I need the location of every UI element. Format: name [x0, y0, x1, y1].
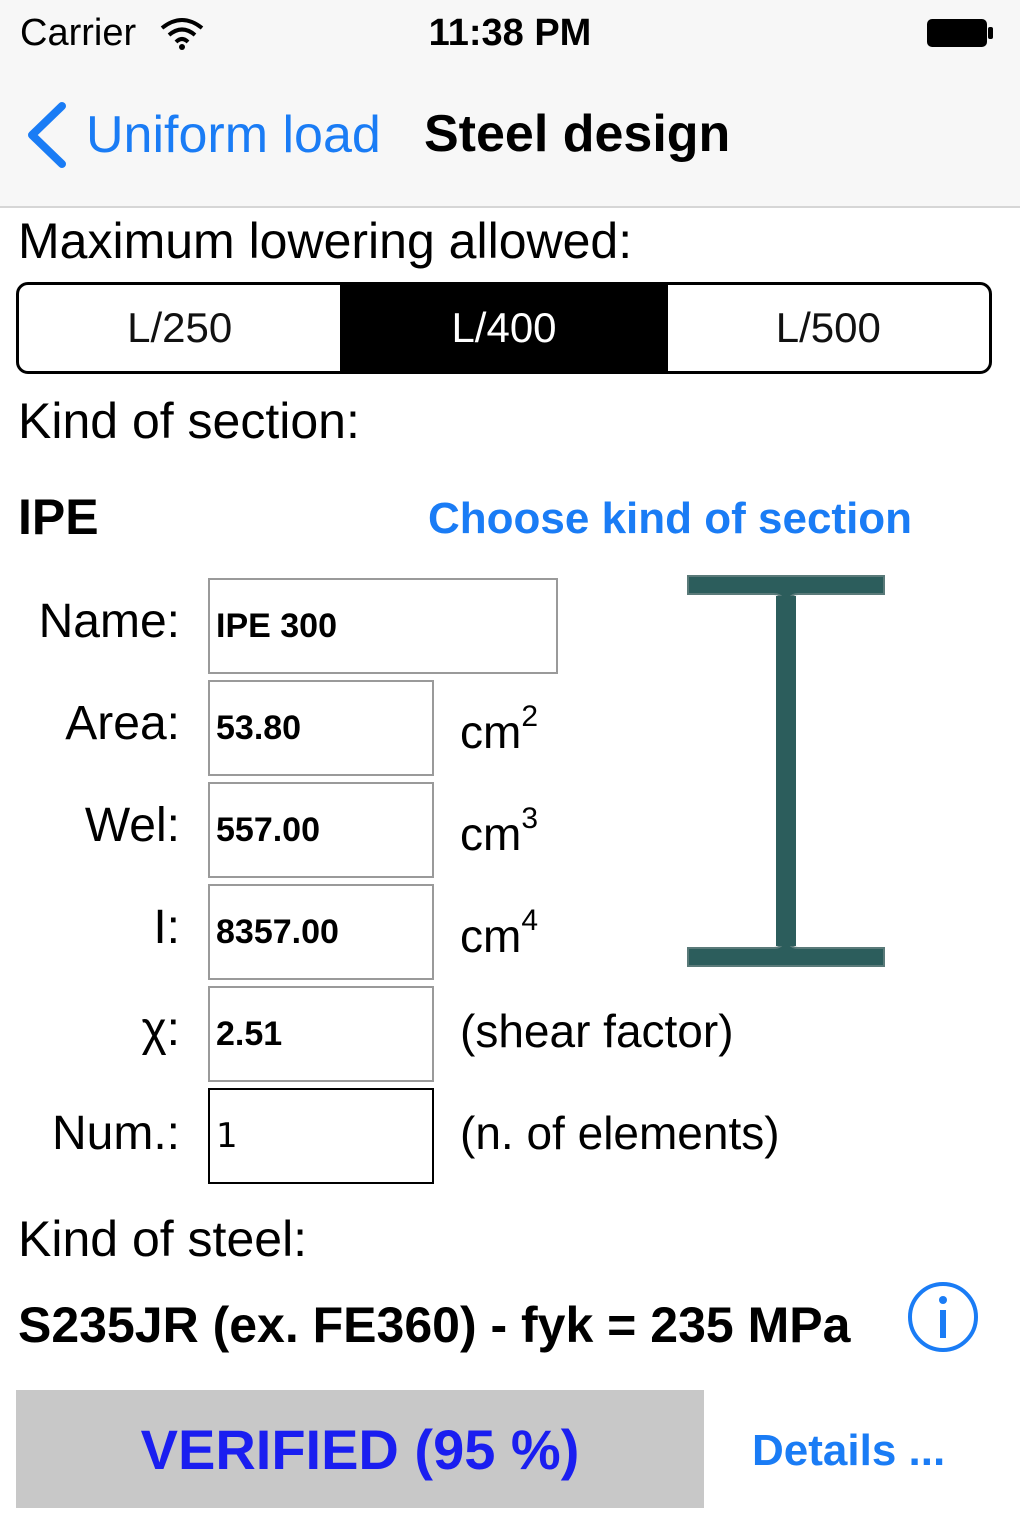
num-note: (n. of elements) [460, 1107, 780, 1159]
inertia-unit: cm4 [460, 904, 539, 962]
verification-status: VERIFIED (95 %) [16, 1390, 704, 1508]
lowering-segmented-control: L/250 L/400 L/500 [16, 282, 992, 374]
section-kind-label: Kind of section: [18, 393, 360, 449]
details-link[interactable]: Details ... [752, 1426, 945, 1476]
choose-section-link[interactable]: Choose kind of section [428, 494, 912, 544]
i-beam-section-icon [687, 575, 885, 967]
inertia-field[interactable]: 8357.00 [208, 884, 434, 980]
chevron-left-icon [28, 102, 66, 168]
segment-l400[interactable]: L/400 [340, 285, 665, 371]
wel-label: Wel: [84, 799, 180, 852]
battery-icon [927, 19, 993, 47]
inertia-label: I: [153, 901, 180, 954]
info-icon[interactable] [906, 1280, 980, 1354]
wel-unit: cm3 [460, 802, 539, 860]
lowering-label: Maximum lowering allowed: [18, 213, 633, 269]
name-field[interactable]: IPE 300 [208, 578, 558, 674]
back-button-label: Uniform load [86, 106, 381, 164]
section-type-value: IPE [18, 489, 99, 545]
area-unit: cm2 [460, 700, 539, 758]
num-field[interactable]: 1 [208, 1088, 434, 1184]
num-label: Num.: [51, 1107, 180, 1160]
chi-label: χ: [141, 1003, 180, 1056]
segment-l250[interactable]: L/250 [19, 285, 340, 371]
steel-kind-label: Kind of steel: [18, 1211, 308, 1267]
chi-note: (shear factor) [460, 1005, 734, 1057]
chi-field[interactable]: 2.51 [208, 986, 434, 1082]
steel-kind-value: S235JR (ex. FE360) - fyk = 235 MPa [18, 1297, 851, 1353]
status-time: 11:38 PM [428, 12, 592, 54]
name-label: Name: [38, 595, 180, 648]
segment-l500[interactable]: L/500 [664, 285, 989, 371]
back-button[interactable]: Uniform load [24, 100, 381, 170]
area-label: Area: [65, 697, 180, 750]
page-title: Steel design [424, 105, 731, 163]
wel-field[interactable]: 557.00 [208, 782, 434, 878]
area-field[interactable]: 53.80 [208, 680, 434, 776]
